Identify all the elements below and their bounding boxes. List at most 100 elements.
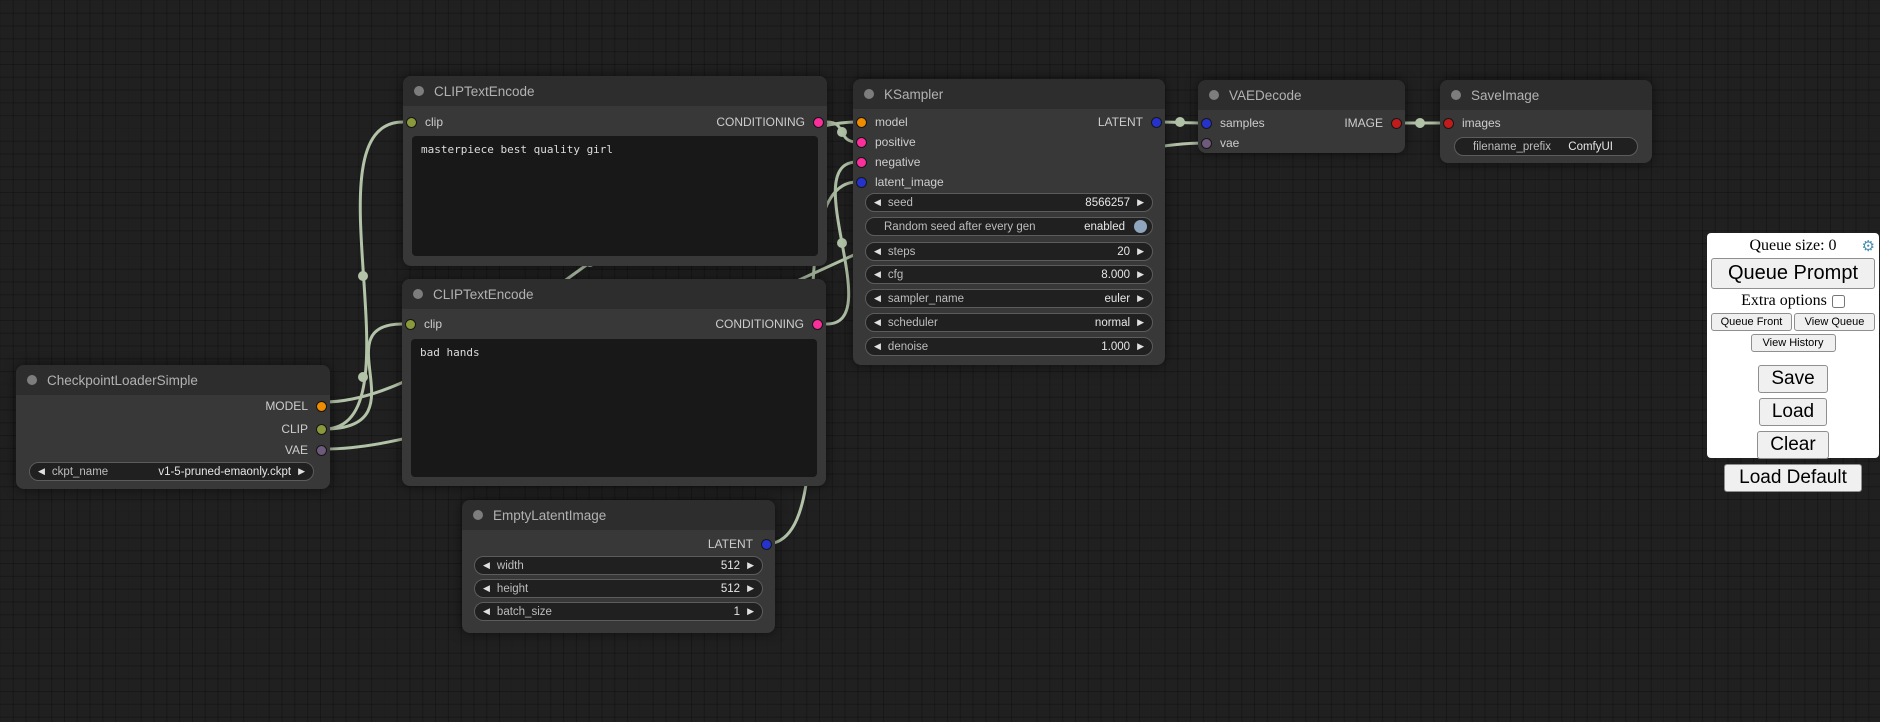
slot-label: positive bbox=[875, 135, 916, 149]
collapse-dot-icon[interactable] bbox=[27, 375, 37, 385]
widget-label: ckpt_name bbox=[52, 466, 108, 478]
arrow-right-icon[interactable]: ▶ bbox=[1137, 247, 1144, 256]
widget-sampler-name[interactable]: ◀ sampler_name euler ▶ bbox=[865, 289, 1153, 308]
widget-cfg[interactable]: ◀ cfg 8.000 ▶ bbox=[865, 265, 1153, 284]
arrow-right-icon[interactable]: ▶ bbox=[1137, 318, 1144, 327]
widget-random-seed-toggle[interactable]: Random seed after every gen enabled bbox=[865, 217, 1153, 236]
slot-label: samples bbox=[1220, 116, 1265, 130]
slot-dot-latent-icon[interactable] bbox=[1201, 118, 1212, 129]
arrow-left-icon[interactable]: ◀ bbox=[874, 342, 881, 351]
slot-label: images bbox=[1462, 116, 1501, 130]
slot-dot-vae-icon[interactable] bbox=[1201, 138, 1212, 149]
slot-dot-conditioning-icon[interactable] bbox=[812, 319, 823, 330]
collapse-dot-icon[interactable] bbox=[1209, 90, 1219, 100]
arrow-left-icon[interactable]: ◀ bbox=[874, 198, 881, 207]
collapse-dot-icon[interactable] bbox=[1451, 90, 1461, 100]
collapse-dot-icon[interactable] bbox=[414, 86, 424, 96]
arrow-left-icon[interactable]: ◀ bbox=[483, 584, 490, 593]
slot-dot-image-icon[interactable] bbox=[1391, 118, 1402, 129]
node-clip-text-encode-positive[interactable]: CLIPTextEncode clip CONDITIONING masterp… bbox=[403, 76, 827, 266]
node-header[interactable]: SaveImage bbox=[1440, 80, 1652, 110]
arrow-right-icon[interactable]: ▶ bbox=[747, 607, 754, 616]
slot-label: CONDITIONING bbox=[716, 115, 805, 129]
widget-steps[interactable]: ◀ steps 20 ▶ bbox=[865, 242, 1153, 261]
slot-label: MODEL bbox=[265, 399, 308, 413]
link-midpoint-dot bbox=[358, 271, 368, 281]
arrow-right-icon[interactable]: ▶ bbox=[298, 467, 305, 476]
widget-label: scheduler bbox=[888, 317, 938, 329]
queue-menu-panel: Queue size: 0 ⚙ Queue Prompt Extra optio… bbox=[1707, 233, 1879, 458]
slot-dot-model-icon[interactable] bbox=[316, 401, 327, 412]
view-queue-button[interactable]: View Queue bbox=[1794, 313, 1875, 331]
widget-value: v1-5-pruned-emaonly.ckpt bbox=[158, 466, 291, 478]
input-slot-vae: vae bbox=[1201, 134, 1239, 152]
slot-dot-conditioning-icon[interactable] bbox=[856, 137, 867, 148]
node-header[interactable]: CLIPTextEncode bbox=[403, 76, 827, 106]
widget-scheduler[interactable]: ◀ scheduler normal ▶ bbox=[865, 313, 1153, 332]
slot-dot-model-icon[interactable] bbox=[856, 117, 867, 128]
node-checkpoint-loader-simple[interactable]: CheckpointLoaderSimple MODEL CLIP VAE ◀ … bbox=[16, 365, 330, 489]
link-clip-positive[interactable] bbox=[324, 122, 403, 429]
slot-dot-conditioning-icon[interactable] bbox=[856, 157, 867, 168]
node-clip-text-encode-negative[interactable]: CLIPTextEncode clip CONDITIONING bad han… bbox=[402, 279, 826, 486]
widget-filename-prefix[interactable]: filename_prefix ComfyUI bbox=[1454, 137, 1638, 156]
node-vae-decode[interactable]: VAEDecode samples vae IMAGE bbox=[1198, 80, 1405, 153]
arrow-left-icon[interactable]: ◀ bbox=[483, 607, 490, 616]
node-header[interactable]: CLIPTextEncode bbox=[402, 279, 826, 309]
node-ksampler[interactable]: KSampler model positive negative latent_… bbox=[853, 79, 1165, 365]
widget-width[interactable]: ◀ width 512 ▶ bbox=[474, 556, 763, 575]
collapse-dot-icon[interactable] bbox=[473, 510, 483, 520]
arrow-right-icon[interactable]: ▶ bbox=[747, 561, 754, 570]
slot-dot-clip-icon[interactable] bbox=[406, 117, 417, 128]
widget-denoise[interactable]: ◀ denoise 1.000 ▶ bbox=[865, 337, 1153, 356]
clear-button[interactable]: Clear bbox=[1757, 431, 1828, 459]
arrow-right-icon[interactable]: ▶ bbox=[1137, 294, 1144, 303]
node-save-image[interactable]: SaveImage images filename_prefix ComfyUI bbox=[1440, 80, 1652, 163]
link-clip-negative[interactable] bbox=[324, 324, 402, 429]
slot-label: negative bbox=[875, 155, 920, 169]
arrow-left-icon[interactable]: ◀ bbox=[874, 318, 881, 327]
arrow-left-icon[interactable]: ◀ bbox=[874, 270, 881, 279]
collapse-dot-icon[interactable] bbox=[864, 89, 874, 99]
arrow-right-icon[interactable]: ▶ bbox=[747, 584, 754, 593]
arrow-right-icon[interactable]: ▶ bbox=[1137, 198, 1144, 207]
node-header[interactable]: EmptyLatentImage bbox=[462, 500, 775, 530]
node-header[interactable]: KSampler bbox=[853, 79, 1165, 109]
widget-batch-size[interactable]: ◀ batch_size 1 ▶ bbox=[474, 602, 763, 621]
prompt-textarea[interactable]: masterpiece best quality girl bbox=[412, 136, 818, 256]
save-button[interactable]: Save bbox=[1758, 365, 1827, 393]
slot-dot-conditioning-icon[interactable] bbox=[813, 117, 824, 128]
slot-dot-latent-icon[interactable] bbox=[761, 539, 772, 550]
widget-height[interactable]: ◀ height 512 ▶ bbox=[474, 579, 763, 598]
slot-dot-vae-icon[interactable] bbox=[316, 445, 327, 456]
slot-dot-latent-icon[interactable] bbox=[856, 177, 867, 188]
settings-gear-icon[interactable]: ⚙ bbox=[1862, 237, 1875, 256]
slot-dot-image-icon[interactable] bbox=[1443, 118, 1454, 129]
slot-dot-clip-icon[interactable] bbox=[405, 319, 416, 330]
arrow-left-icon[interactable]: ◀ bbox=[483, 561, 490, 570]
arrow-right-icon[interactable]: ▶ bbox=[1137, 270, 1144, 279]
widget-ckpt-name[interactable]: ◀ ckpt_name v1-5-pruned-emaonly.ckpt ▶ bbox=[29, 462, 314, 481]
arrow-left-icon[interactable]: ◀ bbox=[874, 294, 881, 303]
view-history-button[interactable]: View History bbox=[1751, 334, 1836, 352]
arrow-left-icon[interactable]: ◀ bbox=[874, 247, 881, 256]
node-graph-canvas[interactable]: CheckpointLoaderSimple MODEL CLIP VAE ◀ … bbox=[0, 0, 1880, 722]
load-button[interactable]: Load bbox=[1759, 398, 1827, 426]
widget-label: height bbox=[497, 583, 528, 595]
queue-prompt-button[interactable]: Queue Prompt bbox=[1711, 258, 1875, 289]
widget-label: denoise bbox=[888, 341, 928, 353]
prompt-textarea[interactable]: bad hands bbox=[411, 339, 817, 477]
extra-options-checkbox[interactable] bbox=[1832, 295, 1845, 308]
collapse-dot-icon[interactable] bbox=[413, 289, 423, 299]
widget-seed[interactable]: ◀ seed 8566257 ▶ bbox=[865, 193, 1153, 212]
node-header[interactable]: VAEDecode bbox=[1198, 80, 1405, 110]
slot-dot-clip-icon[interactable] bbox=[316, 424, 327, 435]
node-empty-latent-image[interactable]: EmptyLatentImage LATENT ◀ width 512 ▶ ◀ … bbox=[462, 500, 775, 633]
toggle-dot-icon[interactable] bbox=[1134, 220, 1147, 233]
load-default-button[interactable]: Load Default bbox=[1724, 464, 1862, 492]
arrow-left-icon[interactable]: ◀ bbox=[38, 467, 45, 476]
arrow-right-icon[interactable]: ▶ bbox=[1137, 342, 1144, 351]
queue-front-button[interactable]: Queue Front bbox=[1711, 313, 1792, 331]
slot-dot-latent-icon[interactable] bbox=[1151, 117, 1162, 128]
node-header[interactable]: CheckpointLoaderSimple bbox=[16, 365, 330, 395]
